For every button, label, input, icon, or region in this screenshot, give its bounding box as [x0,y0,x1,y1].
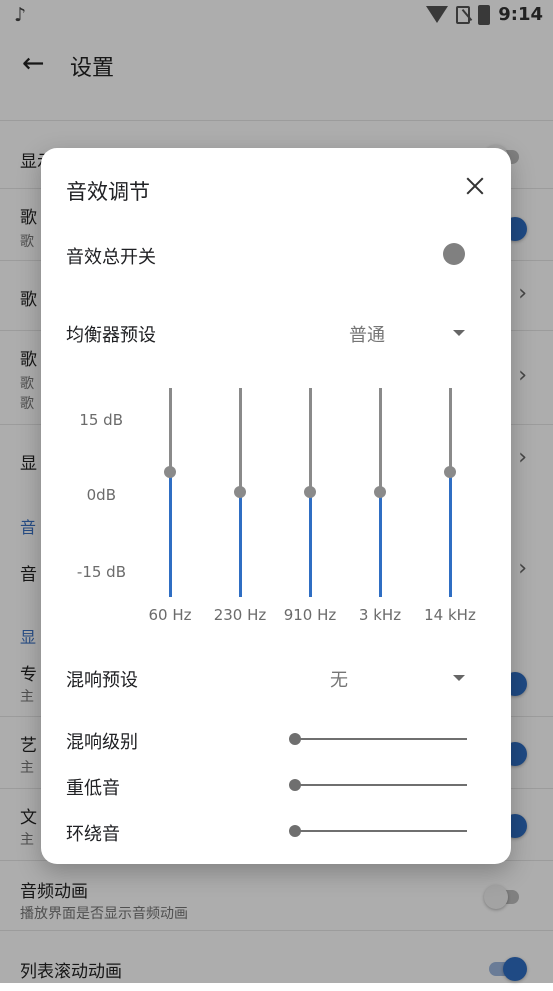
eq-band-level-fill [379,492,382,597]
reverb-preset-value: 无 [330,670,348,691]
eq-band-thumb[interactable] [164,466,176,478]
eq-band-thumb[interactable] [304,486,316,498]
close-icon[interactable] [463,174,487,198]
eq-band-track[interactable] [239,388,242,492]
eq-band-frequency-label: 910 Hz [283,606,337,624]
eq-band-track[interactable] [309,388,312,492]
dropdown-arrow-icon [453,330,465,336]
surround-label: 环绕音 [66,824,120,845]
eq-band-frequency-label: 3 kHz [358,606,402,624]
slider-thumb[interactable] [289,733,301,745]
equalizer: 15 dB 0dB -15 dB 60 Hz 230 Hz 910 Hz 3 kHz 1… [41,380,511,640]
dialog-title: 音效调节 [66,180,150,204]
eq-band-level-fill [169,472,172,597]
eq-band-frequency-label: 230 Hz [213,606,267,624]
eq-band-frequency-label: 60 Hz [148,606,192,624]
reverb-level-label: 混响级别 [66,732,138,753]
master-switch-toggle[interactable] [443,243,465,265]
db-label-top: 15 dB [79,411,123,429]
surround-slider[interactable] [289,825,467,837]
eq-band-thumb[interactable] [374,486,386,498]
eq-band-track[interactable] [379,388,382,492]
eq-preset-dropdown[interactable]: 普通 [349,321,465,347]
eq-preset-label: 均衡器预设 [66,325,156,346]
eq-band-track[interactable] [449,388,452,472]
eq-band-thumb[interactable] [444,466,456,478]
slider-thumb[interactable] [289,825,301,837]
db-label-bottom: -15 dB [76,563,126,581]
eq-band-thumb[interactable] [234,486,246,498]
eq-band-track[interactable] [169,388,172,472]
reverb-level-slider[interactable] [289,733,467,745]
bass-label: 重低音 [66,778,120,799]
reverb-preset-label: 混响预设 [66,670,138,691]
reverb-preset-dropdown[interactable]: 无 [330,666,465,692]
eq-band-level-fill [309,492,312,597]
master-switch-label: 音效总开关 [66,247,156,268]
slider-thumb[interactable] [289,779,301,791]
eq-band-level-fill [449,472,452,597]
dropdown-arrow-icon [453,675,465,681]
eq-band-frequency-label: 14 kHz [424,606,476,624]
eq-preset-value: 普通 [349,325,385,346]
db-label-mid: 0dB [86,486,116,504]
bass-slider[interactable] [289,779,467,791]
eq-band-level-fill [239,492,242,597]
audio-effects-dialog: 音效调节 音效总开关 均衡器预设 普通 15 dB 0dB -15 dB 60 … [41,148,511,864]
